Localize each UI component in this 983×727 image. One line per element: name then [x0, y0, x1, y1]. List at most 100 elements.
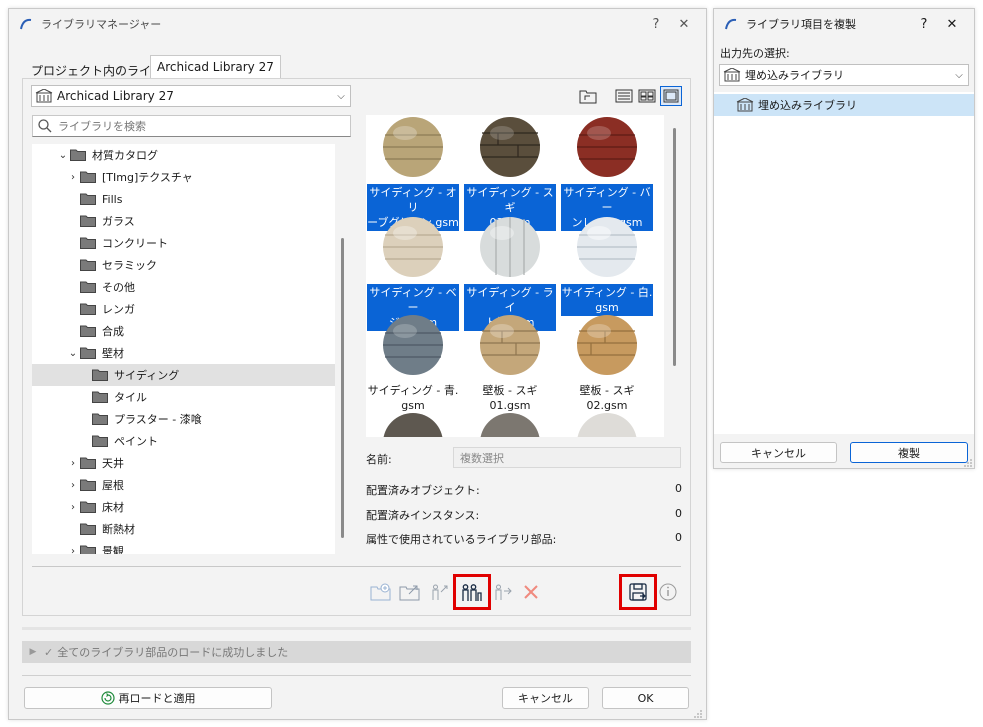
move-part-icon[interactable] — [427, 579, 453, 605]
tree-item-paint[interactable]: ペイント — [92, 430, 158, 452]
tree-scrollbar[interactable] — [341, 238, 344, 538]
expand-arrow-icon[interactable]: ▶ — [22, 647, 44, 657]
tree-label: 壁材 — [102, 347, 124, 360]
destination-list-item[interactable]: 埋め込みライブラリ — [714, 94, 974, 116]
tree-item-material-catalog[interactable]: ⌄ 材質カタログ — [56, 144, 158, 166]
close-button[interactable]: ✕ — [670, 17, 698, 32]
delete-icon[interactable] — [518, 579, 544, 605]
placed-objects-label: 配置済みオブジェクト: — [366, 484, 480, 497]
tree-label: 合成 — [102, 325, 124, 338]
thumb-siding-white[interactable]: サイディング - 白. gsm — [561, 215, 653, 316]
tree-item-roof[interactable]: › 屋根 — [66, 474, 124, 496]
thumb-caption: 壁板 - スギ 01.gsm — [464, 382, 556, 414]
tab-archicad-library[interactable]: Archicad Library 27 — [150, 55, 281, 79]
tree-item-wall-material[interactable]: ⌄ 壁材 — [66, 342, 124, 364]
material-preview — [480, 217, 540, 277]
folder-icon — [80, 479, 96, 491]
divider — [22, 675, 691, 676]
tree-label: セラミック — [102, 259, 157, 272]
thumb-wallboard-cedar-01[interactable]: 壁板 - スギ 01.gsm — [464, 313, 556, 414]
tree-item-siding[interactable]: サイディング — [32, 364, 335, 386]
tree-item-flooring[interactable]: › 床材 — [66, 496, 124, 518]
large-preview-icon[interactable] — [660, 86, 682, 106]
help-button[interactable]: ? — [642, 17, 670, 32]
reload-apply-label: 再ロードと適用 — [118, 692, 196, 705]
duplicate-button[interactable]: 複製 — [850, 442, 968, 463]
help-button[interactable]: ? — [910, 17, 938, 32]
archicad-logo-icon — [725, 18, 737, 30]
thumb-siding-olive-green[interactable]: サイディング - オリーブグリーン.gsm — [367, 115, 459, 231]
list-view-icon[interactable] — [615, 88, 633, 104]
save-part-icon[interactable] — [619, 574, 657, 610]
library-select[interactable]: Archicad Library 27 ⌵ — [31, 85, 351, 107]
thumbnail-scrollbar[interactable] — [673, 128, 676, 366]
folder-icon — [80, 523, 96, 535]
ok-button[interactable]: OK — [602, 687, 689, 709]
window-title: ライブラリマネージャー — [41, 18, 162, 31]
destination-select[interactable]: 埋め込みライブラリ ⌵ — [719, 64, 969, 86]
reload-apply-button[interactable]: 再ロードと適用 — [24, 687, 272, 709]
attr-used-value: 0 — [675, 531, 682, 544]
thumb-siding-cedar-03[interactable]: サイディング - スギ03.gsm — [464, 115, 556, 231]
caption-line: サイディング - バー — [563, 186, 651, 214]
caption-line: サイディング - 白. — [561, 286, 653, 299]
close-button[interactable]: ✕ — [938, 17, 966, 32]
duplicate-part-icon[interactable] — [453, 574, 491, 610]
chevron-right-icon[interactable]: › — [66, 546, 80, 555]
tree-label: ペイント — [114, 435, 158, 448]
tree-item-ceiling[interactable]: › 天井 — [66, 452, 124, 474]
folder-icon — [92, 391, 108, 403]
folder-up-icon[interactable] — [579, 88, 597, 104]
thumb-siding-burnt-red[interactable]: サイディング - バーンレッド.gsm — [561, 115, 653, 231]
resize-grip-icon[interactable] — [963, 458, 973, 468]
chevron-right-icon[interactable]: › — [66, 480, 80, 491]
info-icon[interactable] — [655, 579, 681, 605]
open-folder-icon[interactable] — [397, 579, 423, 605]
tree-item-plaster[interactable]: プラスター - 漆喰 — [92, 408, 202, 430]
title-bar: ライブラリマネージャー ? ✕ — [9, 9, 706, 39]
search-icon — [38, 119, 52, 133]
chevron-down-icon[interactable]: ⌄ — [66, 348, 80, 359]
chevron-down-icon[interactable]: ⌄ — [56, 150, 70, 161]
tree-item-textures[interactable]: › [TImg]テクスチャ — [66, 166, 193, 188]
material-preview — [480, 315, 540, 375]
caption-line: 壁板 - スギ — [482, 384, 538, 397]
grid-view-icon[interactable] — [638, 88, 656, 104]
tree-item-fills[interactable]: Fills — [80, 188, 122, 210]
tree-item-insulation[interactable]: 断熱材 — [80, 518, 135, 540]
thumb-wallboard-cedar-02[interactable]: 壁板 - スギ 02.gsm — [561, 313, 653, 414]
resize-grip-icon[interactable] — [693, 709, 703, 719]
tree-label: サイディング — [114, 369, 180, 382]
tree-label: タイル — [114, 391, 147, 404]
export-part-icon[interactable] — [490, 579, 516, 605]
tree-item-tile[interactable]: タイル — [92, 386, 147, 408]
folder-icon — [80, 545, 96, 554]
material-preview — [383, 217, 443, 277]
search-input[interactable] — [56, 118, 350, 134]
add-library-icon[interactable] — [368, 579, 394, 605]
name-field[interactable]: 複数選択 — [453, 447, 681, 468]
chevron-right-icon[interactable]: › — [66, 172, 80, 183]
material-preview — [577, 315, 637, 375]
tree-item-composite[interactable]: 合成 — [80, 320, 124, 342]
chevron-right-icon[interactable]: › — [66, 458, 80, 469]
library-building-icon — [35, 89, 53, 103]
tree-label: その他 — [102, 281, 135, 294]
tree-item-ceramic[interactable]: セラミック — [80, 254, 157, 276]
tree-label: 天井 — [102, 457, 124, 470]
caption-line: サイディング - ベー — [369, 286, 457, 314]
cancel-button[interactable]: キャンセル — [502, 687, 589, 709]
tree-item-brick[interactable]: レンガ — [80, 298, 135, 320]
chevron-right-icon[interactable]: › — [66, 502, 80, 513]
tree-item-landscape[interactable]: › 景観 — [66, 540, 124, 554]
thumb-siding-blue[interactable]: サイディング - 青. gsm — [367, 313, 459, 414]
tree-label: 床材 — [102, 501, 124, 514]
tree-label: 景観 — [102, 545, 124, 554]
library-search[interactable] — [32, 115, 351, 137]
tree-item-other[interactable]: その他 — [80, 276, 135, 298]
tree-item-concrete[interactable]: コンクリート — [80, 232, 168, 254]
placed-instances-value: 0 — [675, 507, 682, 520]
dialog-cancel-button[interactable]: キャンセル — [720, 442, 837, 463]
material-preview — [480, 413, 540, 437]
tree-item-glass[interactable]: ガラス — [80, 210, 135, 232]
